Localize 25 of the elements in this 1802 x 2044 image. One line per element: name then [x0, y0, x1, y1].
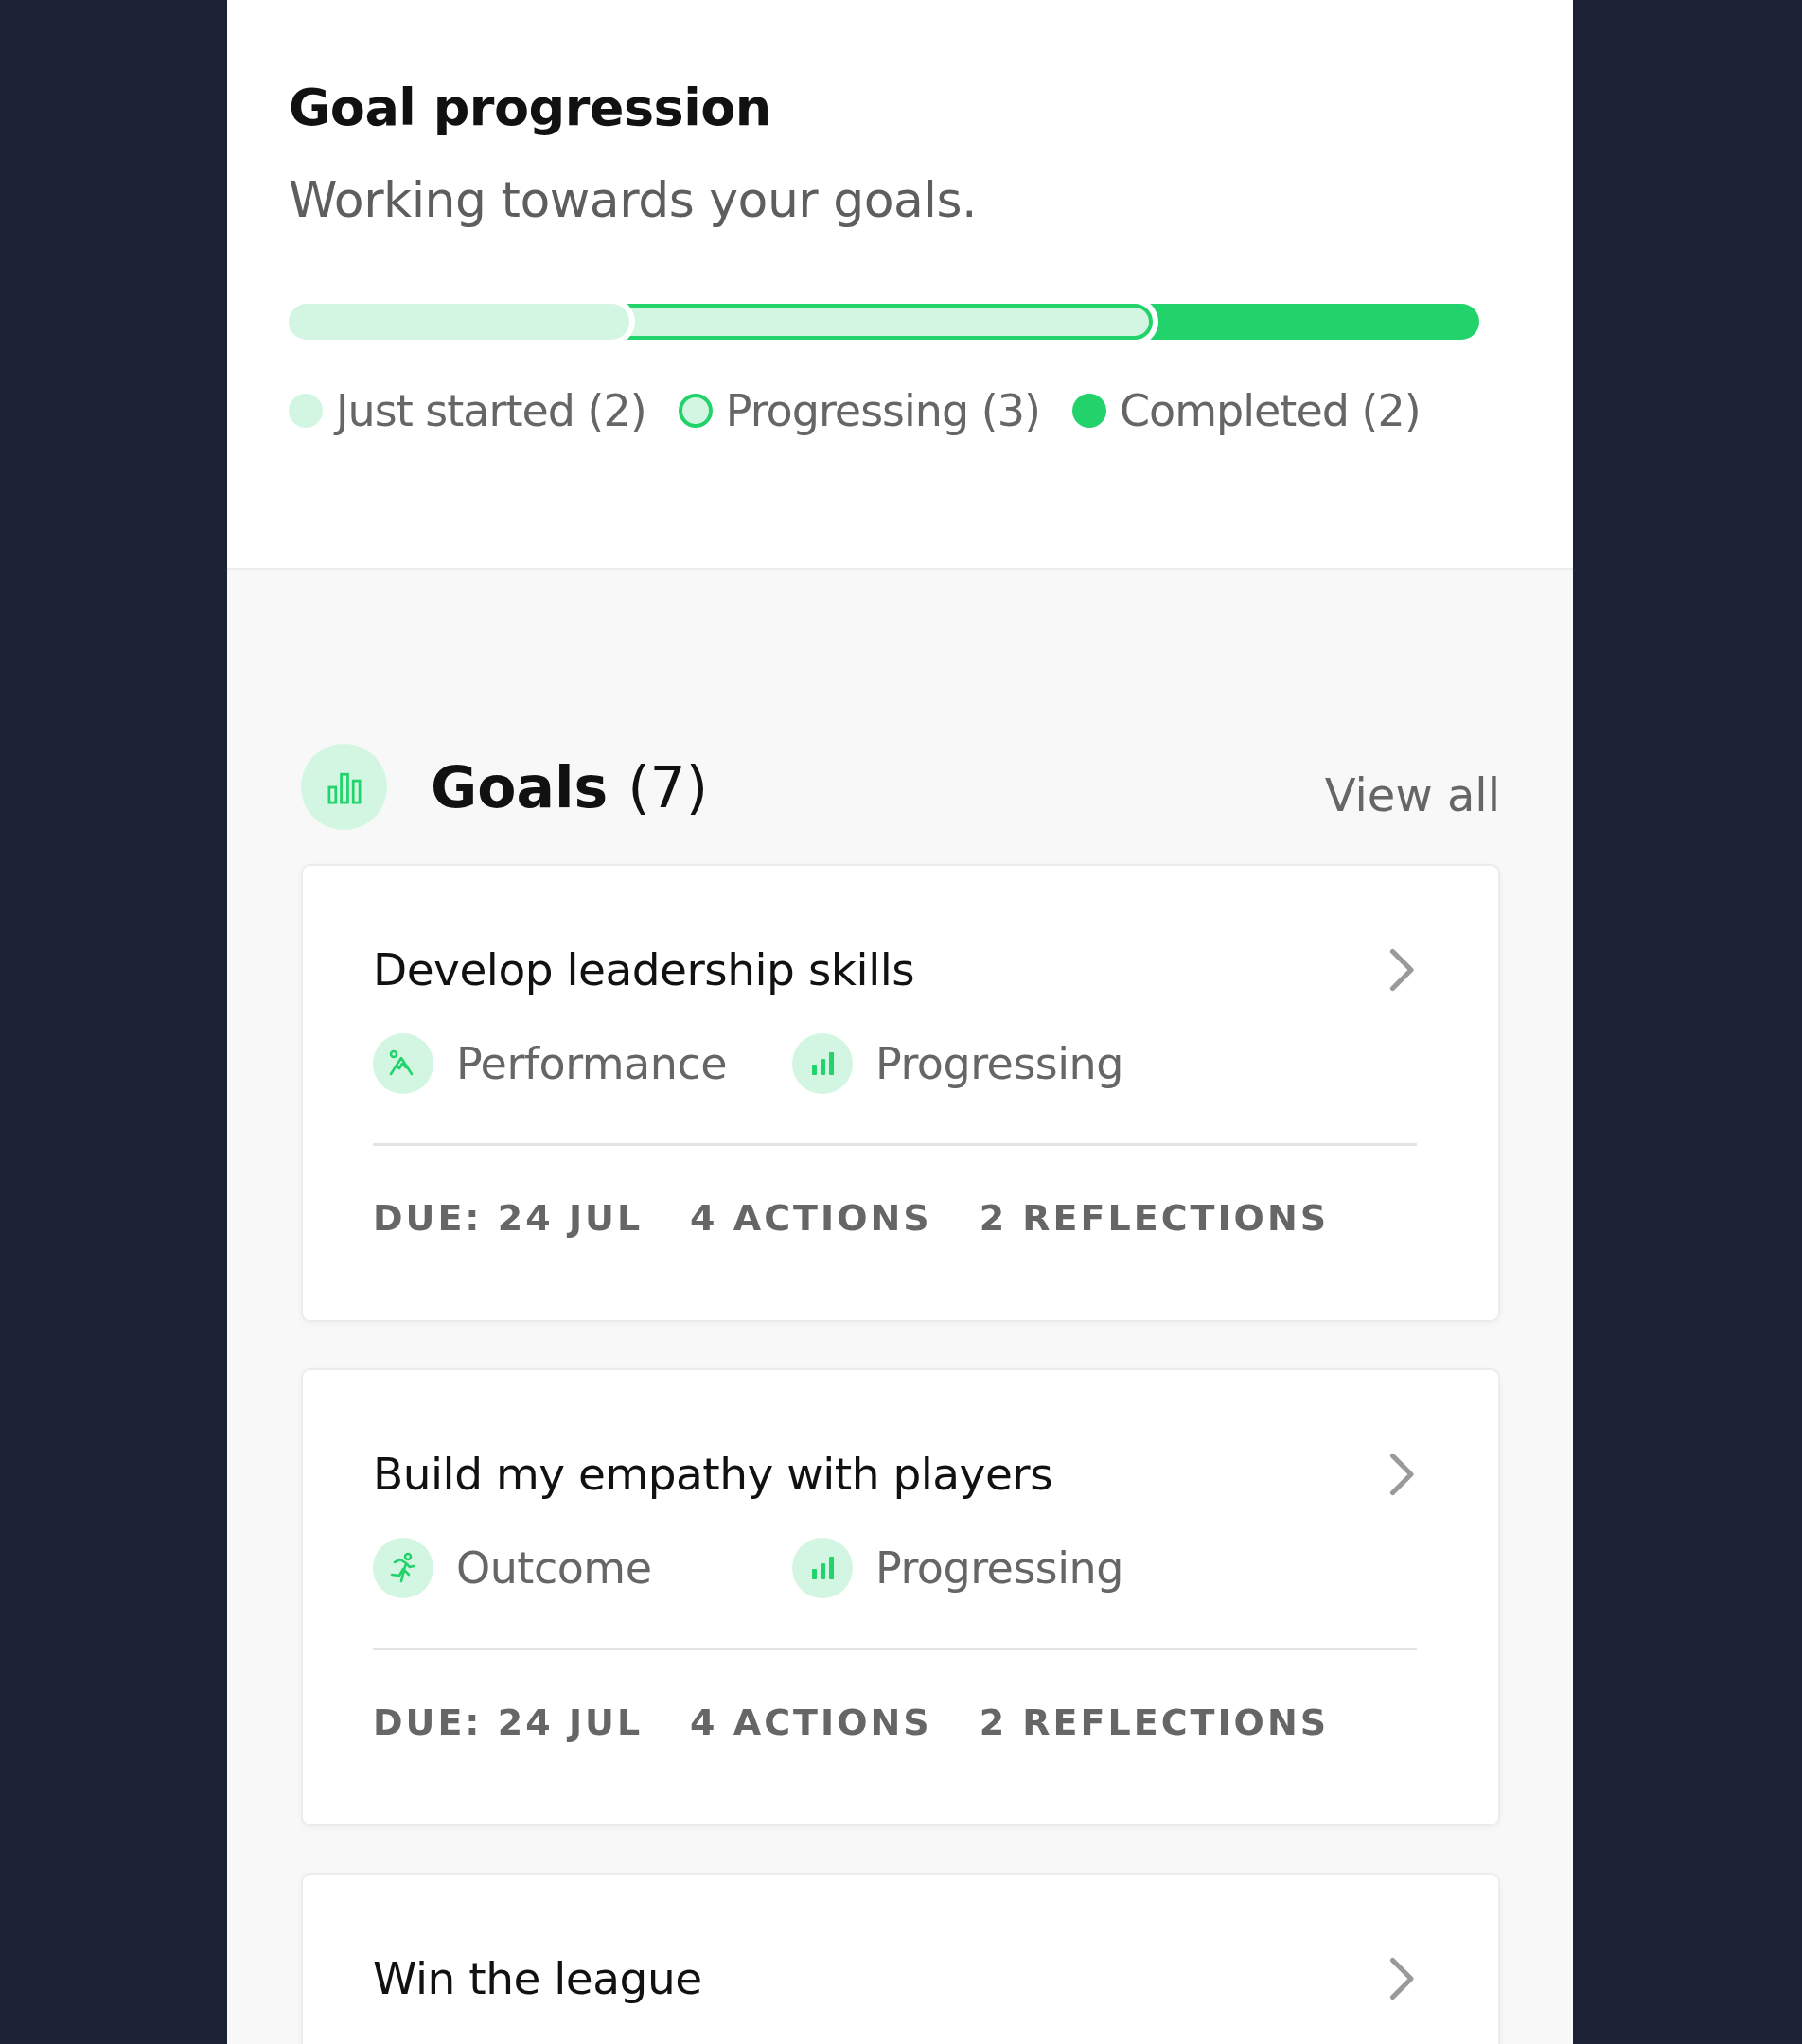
tag-label: Progressing: [875, 1038, 1123, 1089]
page-title: Goal progression: [289, 78, 772, 137]
goal-title: Develop leadership skills: [373, 943, 915, 996]
section-title: Goals (7): [431, 753, 710, 820]
tag-label: Performance: [456, 1038, 727, 1089]
meta-text: DUE: 24 JUL: [373, 1701, 644, 1743]
legend-dot: [1072, 394, 1106, 428]
meta-text: DUE: 24 JUL: [373, 1197, 644, 1239]
goal-title: Build my empathy with players: [373, 1448, 1053, 1500]
legend-label: Progressing (3): [725, 385, 1040, 436]
goal-card[interactable]: Win the league: [301, 1873, 1500, 2044]
legend-dot: [289, 394, 323, 428]
goal-title: Win the league: [373, 1952, 702, 2004]
view-all-link[interactable]: View all: [1324, 767, 1500, 821]
goal-card[interactable]: Build my empathy with players Outcome Progressing DUE: 24 JUL 4 ACTIONS 2 REFLECTIONS: [301, 1368, 1500, 1826]
legend-label: Completed (2): [1120, 385, 1421, 436]
page-subtitle: Working towards your goals.: [289, 171, 979, 228]
meta-text: 4 ACTIONS: [690, 1701, 932, 1743]
goal-card[interactable]: Develop leadership skills Performance Progressing DUE: 24 JUL 4 ACTIONS 2 REFLECTIONS: [301, 864, 1500, 1322]
legend-dot: [678, 394, 713, 428]
tag-label: Progressing: [875, 1542, 1123, 1594]
meta-text: 2 REFLECTIONS: [979, 1701, 1330, 1743]
meta-text: 4 ACTIONS: [690, 1197, 932, 1239]
meta-text: 2 REFLECTIONS: [979, 1197, 1330, 1239]
tag-label: Outcome: [456, 1542, 652, 1594]
